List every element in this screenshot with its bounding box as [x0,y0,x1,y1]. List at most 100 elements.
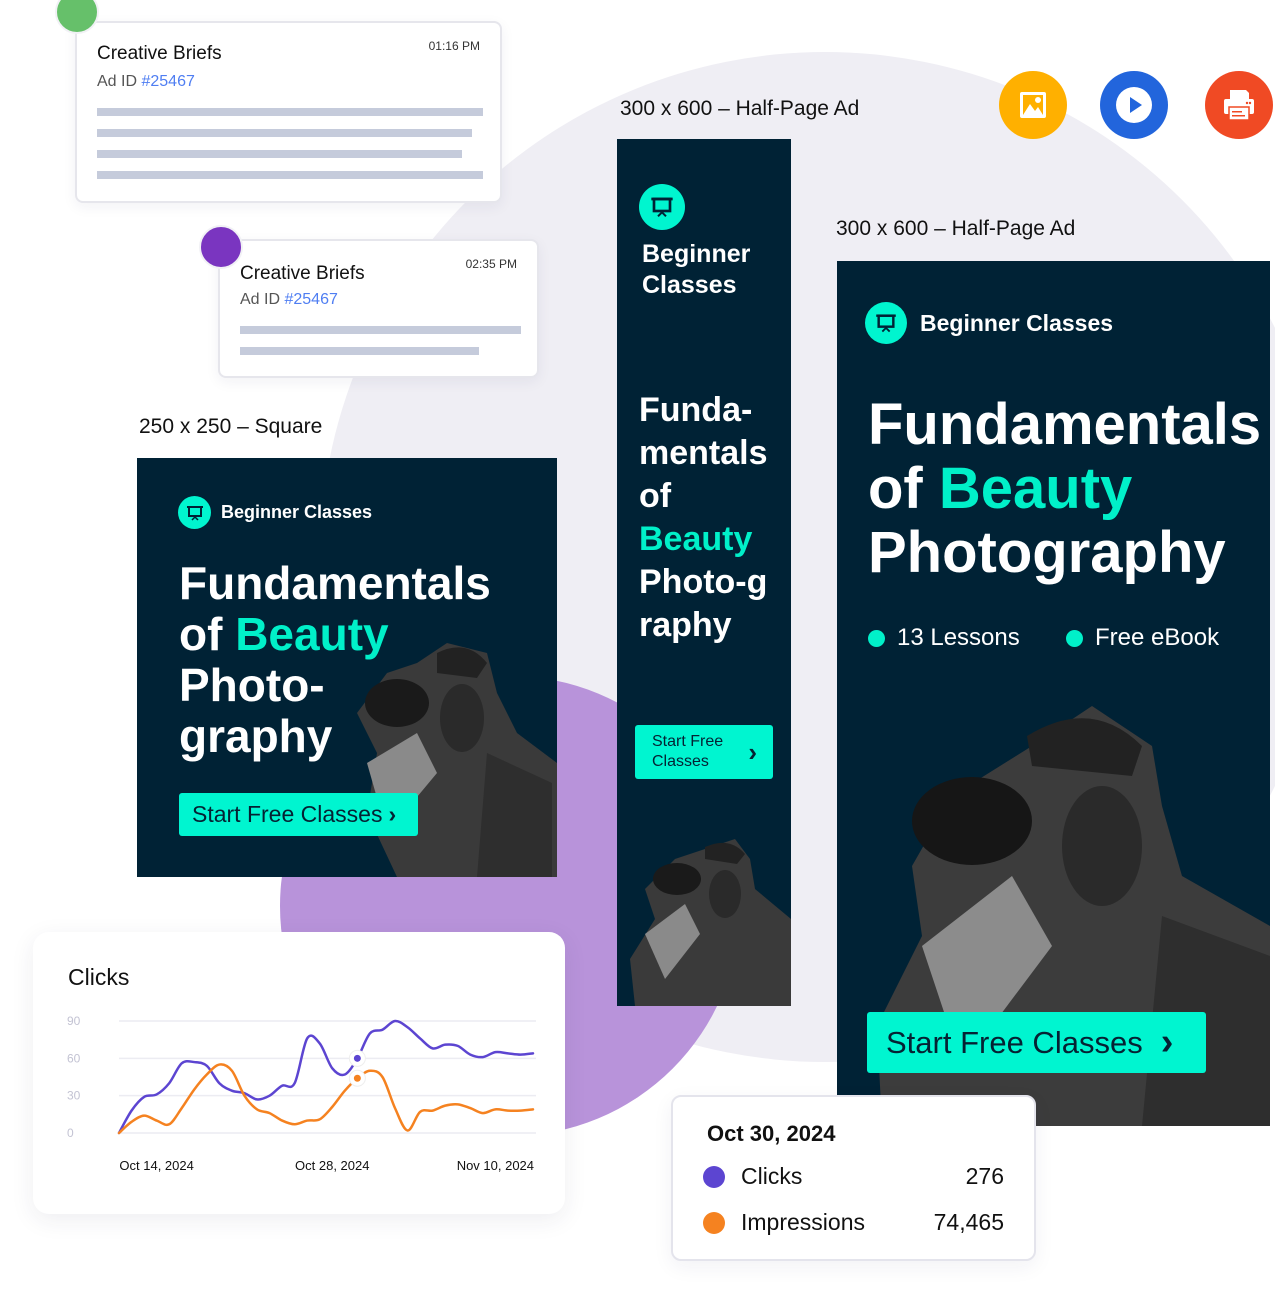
brief-time: 02:35 PM [465,257,517,271]
chart-tooltip-card: Oct 30, 2024 Clicks 276 Impressions 74,4… [671,1095,1036,1261]
ad-id-label: Ad ID [240,291,281,308]
bullet-item: Free eBook [1066,624,1219,652]
image-icon[interactable] [999,71,1067,139]
ad-headline: Funda- mentals of Beauty Photo-g raphy [639,389,768,647]
headline-line: Fundamentals [868,392,1262,457]
start-free-classes-button[interactable]: Start Free Classes › [179,793,418,836]
ad-size-label: 300 x 600 – Half-Page Ad [836,217,1076,240]
start-free-classes-button[interactable]: Start Free Classes › [867,1012,1206,1073]
play-icon[interactable] [1100,71,1168,139]
ad-brand: Beginner Classes [865,302,1113,344]
tooltip-value: 276 [965,1163,1004,1189]
headline-accent: Beauty [938,456,1133,521]
tooltip-value: 74,465 [933,1209,1004,1235]
brand-name: Beginner Classes [221,502,373,522]
y-tick-label: 0 [67,1126,74,1140]
series-line-clicks [117,1019,535,1135]
headline-line: graphy [179,710,333,762]
headline-accent: Beauty [639,520,753,558]
y-tick-label: 60 [67,1051,81,1065]
tooltip-label: Impressions [741,1209,865,1235]
bullet-dot [1066,629,1083,647]
presentation-board-icon [178,496,211,529]
start-free-classes-button[interactable]: Start Free Classes › [635,725,773,779]
printer-icon[interactable] [1205,71,1273,139]
brand-line: Classes [642,271,737,299]
y-tick-label: 90 [67,1014,81,1028]
cta-label: Start Free Classes [886,1024,1143,1060]
headline-line: Photo-g [639,563,768,601]
cta-label: Start Free Classes [192,801,383,827]
brief-ad-id: Ad ID #25467 [97,73,195,91]
headline-line: Funda- [639,391,753,429]
text-placeholder-line [97,150,462,158]
headline-accent: Beauty [235,608,389,660]
bullet-label: 13 Lessons [897,624,1020,651]
x-tick-label: Oct 28, 2024 [295,1158,369,1173]
photographer-photo [630,839,791,1006]
skyscraper-ad-preview[interactable]: Beginner Classes Funda- mentals of Beaut… [617,139,791,1006]
chevron-right-icon: › [388,801,397,827]
status-dot [199,225,243,269]
headline-line: raphy [639,606,732,644]
clicks-chart-card: Clicks 0 30 60 90 Oct 14, 2024 Oct 28, 2024 No… [33,932,565,1214]
x-tick-label: Oct 14, 2024 [119,1158,193,1173]
legend-swatch-clicks [703,1165,725,1188]
text-placeholder-line [240,326,521,334]
brief-ad-id: Ad ID #25467 [240,291,338,309]
cta-line: Start Free [652,733,724,750]
tooltip-date: Oct 30, 2024 [707,1121,836,1146]
series-line-impressions [117,1063,535,1135]
text-placeholder-line [97,171,483,179]
text-placeholder-line [97,108,483,116]
ad-size-label: 250 x 250 – Square [139,415,323,438]
presentation-board-icon [639,184,685,230]
ad-headline: Fundamentals of Beauty Photo- graphy [179,558,491,762]
cta-label: Start Free Classes [652,732,723,772]
headline-line: of Beauty [179,609,491,660]
ad-id-link[interactable]: #25467 [284,291,337,308]
headline-word: of [868,456,939,521]
bullet-label: Free eBook [1095,624,1220,651]
creative-brief-card[interactable]: Creative Briefs 02:35 PM Ad ID #25467 [199,225,539,378]
ad-brand: Beginner Classes [178,496,372,529]
bullet-item: 13 Lessons [868,624,1020,652]
bullet-dot [868,629,885,647]
chevron-right-icon: › [748,737,757,767]
headline-line: Photo- [179,659,325,711]
headline-line: of Beauty [868,457,1261,521]
headline-line: mentals [639,434,768,472]
headline-line: Photography [868,520,1226,585]
brand-line: Beginner [642,240,751,268]
headline-line: Fundamentals [179,557,491,609]
text-placeholder-line [240,347,479,355]
brief-title: Creative Briefs [97,43,222,64]
status-dot [55,0,99,34]
headline-line: of [639,477,672,515]
halfpage-ad-preview[interactable]: Beginner Classes Fundamentals of Beauty … [837,261,1270,1126]
headline-word: of [179,608,236,660]
x-tick-label: Nov 10, 2024 [457,1158,534,1173]
ad-size-label: 300 x 600 – Half-Page Ad [620,97,860,120]
creative-brief-card[interactable]: Creative Briefs 01:16 PM Ad ID #25467 [55,0,502,203]
chevron-right-icon: › [1160,1021,1174,1063]
clicks-line-chart[interactable]: 0 30 60 90 Oct 14, 2024 Oct 28, 2024 Nov 10, 2… [33,932,565,1214]
brief-time: 01:16 PM [428,39,480,53]
y-tick-label: 30 [67,1089,81,1103]
ad-brand: Beginner Classes [642,239,750,301]
text-placeholder-line [97,129,472,137]
legend-swatch-impressions [703,1211,725,1234]
ad-id-link[interactable]: #25467 [141,73,194,90]
square-ad-preview[interactable]: Beginner Classes Fundamentals of Beauty … [137,458,557,877]
cta-line: Classes [652,753,709,770]
brand-name: Beginner Classes [920,309,1114,336]
tooltip-label: Clicks [741,1163,803,1189]
presentation-board-icon [865,302,907,344]
highlight-marker-clicks [353,1054,361,1062]
ad-id-label: Ad ID [97,73,138,90]
tooltip-row-impressions: Impressions 74,465 [703,1209,1004,1236]
tooltip-row-clicks: Clicks 276 [703,1163,1004,1190]
highlight-marker-impressions [353,1074,361,1082]
ad-headline: Fundamentals of Beauty Photography [868,393,1261,585]
brief-title: Creative Briefs [240,263,365,284]
